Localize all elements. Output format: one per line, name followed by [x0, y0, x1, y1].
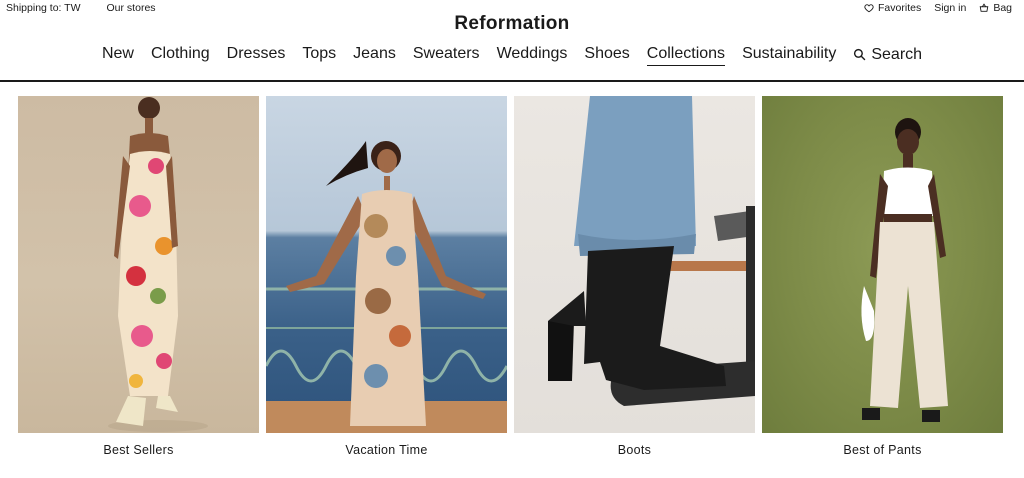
collection-tile-best-sellers[interactable]: Best Sellers: [18, 96, 259, 457]
nav-item-shoes[interactable]: Shoes: [584, 45, 629, 66]
header-divider: [0, 80, 1024, 82]
brand-logo[interactable]: Reformation: [0, 13, 1024, 35]
search-icon: [854, 48, 866, 61]
collection-tile-vacation-time[interactable]: Vacation Time: [266, 96, 507, 457]
collection-tile-boots[interactable]: Boots: [514, 96, 755, 457]
vacation-time-image: [266, 96, 507, 433]
nav-item-dresses[interactable]: Dresses: [227, 45, 286, 66]
bag-icon: [980, 3, 989, 12]
nav-item-weddings[interactable]: Weddings: [497, 45, 568, 66]
nav-item-new[interactable]: New: [102, 45, 134, 66]
best-sellers-image: [18, 96, 259, 433]
nav-item-sustainability[interactable]: Sustainability: [742, 45, 836, 66]
best-of-pants-image: [762, 96, 1003, 433]
heart-icon: [864, 4, 874, 13]
collection-tile-best-of-pants[interactable]: Best of Pants: [762, 96, 1003, 457]
nav-item-jeans[interactable]: Jeans: [353, 45, 396, 66]
tile-caption: Boots: [617, 443, 652, 457]
boots-image: [514, 96, 755, 433]
nav-item-tops[interactable]: Tops: [302, 45, 336, 66]
collection-tiles: Best Sellers Vacation Time Boots Best of…: [18, 96, 1003, 457]
nav-item-sweaters[interactable]: Sweaters: [413, 45, 480, 66]
search-button[interactable]: Search: [853, 45, 922, 66]
tile-caption: Best Sellers: [103, 443, 174, 457]
tile-caption: Vacation Time: [345, 443, 428, 457]
nav-item-clothing[interactable]: Clothing: [151, 45, 210, 66]
nav-item-collections[interactable]: Collections: [646, 45, 726, 66]
search-label: Search: [871, 45, 923, 63]
main-nav: New Clothing Dresses Tops Jeans Sweaters…: [0, 45, 1024, 66]
tile-caption: Best of Pants: [843, 443, 922, 457]
